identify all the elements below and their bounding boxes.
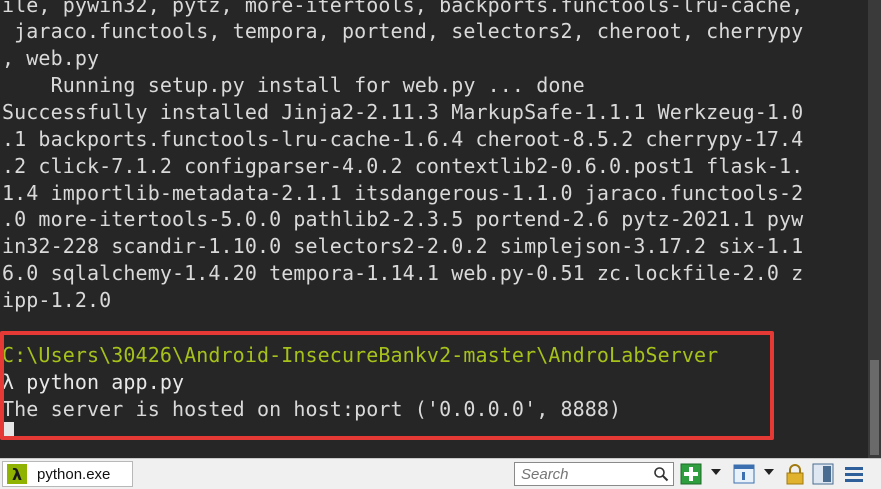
add-tab-dropdown[interactable] xyxy=(711,469,721,475)
terminal-line: 1.4 importlib-metadata-2.1.1 itsdangerou… xyxy=(2,181,804,205)
terminal-window[interactable]: ile, pywin32, pytz, more-itertools, back… xyxy=(0,0,868,458)
search-input[interactable] xyxy=(519,464,653,484)
console-dropdown[interactable] xyxy=(764,469,774,475)
terminal-line: ile, pywin32, pytz, more-itertools, back… xyxy=(2,0,804,17)
tab-python-exe[interactable]: λ python.exe xyxy=(2,461,133,487)
tab-label: python.exe xyxy=(37,465,111,483)
search-icon[interactable] xyxy=(653,466,669,482)
highlight-annotation xyxy=(0,331,774,440)
terminal-line: .2 click-7.1.2 configparser-4.0.2 contex… xyxy=(2,154,804,178)
terminal-line: ipp-1.2.0 xyxy=(2,288,112,312)
lock-icon[interactable] xyxy=(784,463,806,485)
terminal-line: .0 more-itertools-5.0.0 pathlib2-2.3.5 p… xyxy=(2,207,804,231)
terminal-line: .1 backports.functools-lru-cache-1.6.4 c… xyxy=(2,127,804,151)
terminal-line: jaraco.functools, tempora, portend, sele… xyxy=(2,19,804,43)
split-view-icon[interactable] xyxy=(812,463,834,485)
vertical-scrollbar[interactable] xyxy=(868,0,881,458)
search-box[interactable] xyxy=(514,462,674,486)
console-icon[interactable] xyxy=(733,463,755,485)
add-tab-icon[interactable] xyxy=(680,463,702,485)
terminal-line: Running setup.py install for web.py ... … xyxy=(2,73,585,97)
terminal-line: in32-228 scandir-1.10.0 selectors2-2.0.2… xyxy=(2,234,804,258)
terminal-line: Successfully installed Jinja2-2.11.3 Mar… xyxy=(2,100,804,124)
menu-icon[interactable] xyxy=(843,463,865,485)
scrollbar-thumb[interactable] xyxy=(870,360,879,455)
console-tabbar: λ python.exe xyxy=(0,458,881,489)
terminal-line: , web.py xyxy=(2,46,100,70)
lambda-icon: λ xyxy=(7,464,27,484)
terminal-line: 6.0 sqlalchemy-1.4.20 tempora-1.14.1 web… xyxy=(2,261,804,285)
